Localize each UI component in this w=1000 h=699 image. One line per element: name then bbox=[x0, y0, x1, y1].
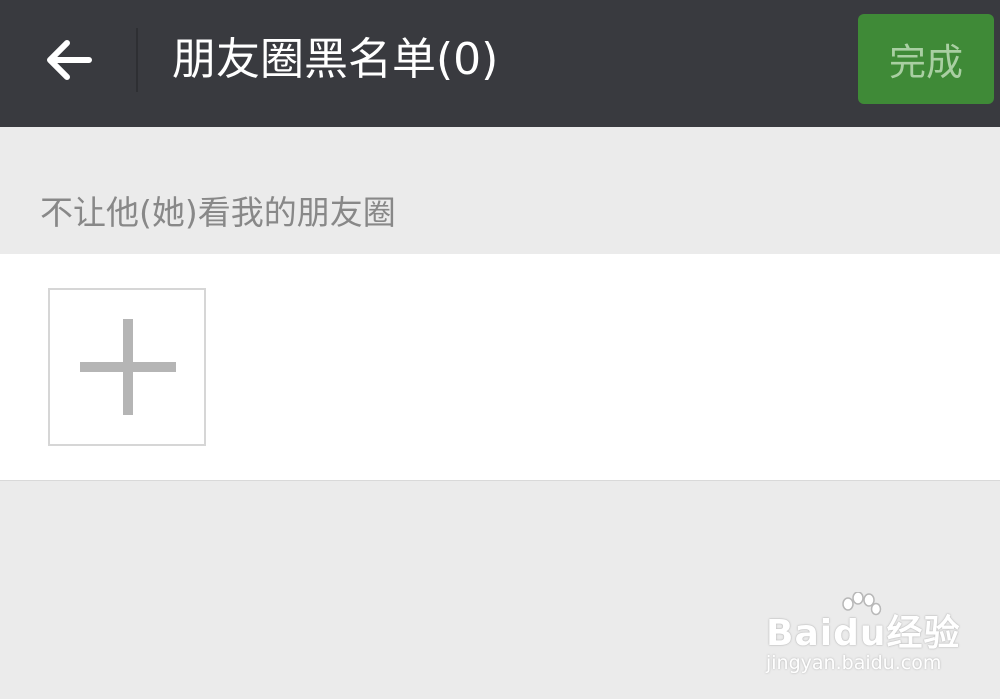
member-panel bbox=[0, 254, 1000, 481]
back-button[interactable] bbox=[28, 22, 110, 98]
arrow-left-icon bbox=[47, 40, 92, 80]
top-bar: 朋友圈黑名单(0) 完成 bbox=[0, 0, 1000, 127]
done-button[interactable]: 完成 bbox=[858, 14, 994, 104]
paw-icon bbox=[842, 592, 882, 616]
header-divider bbox=[136, 28, 138, 92]
baidu-watermark: Baidu经验 jingyan.baidu.com bbox=[766, 592, 966, 682]
plus-vertical-bar bbox=[123, 319, 133, 415]
watermark-url: jingyan.baidu.com bbox=[766, 652, 942, 674]
page-title: 朋友圈黑名单(0) bbox=[172, 34, 499, 85]
section-label: 不让他(她)看我的朋友圈 bbox=[40, 193, 396, 232]
add-member-button[interactable] bbox=[48, 288, 206, 446]
